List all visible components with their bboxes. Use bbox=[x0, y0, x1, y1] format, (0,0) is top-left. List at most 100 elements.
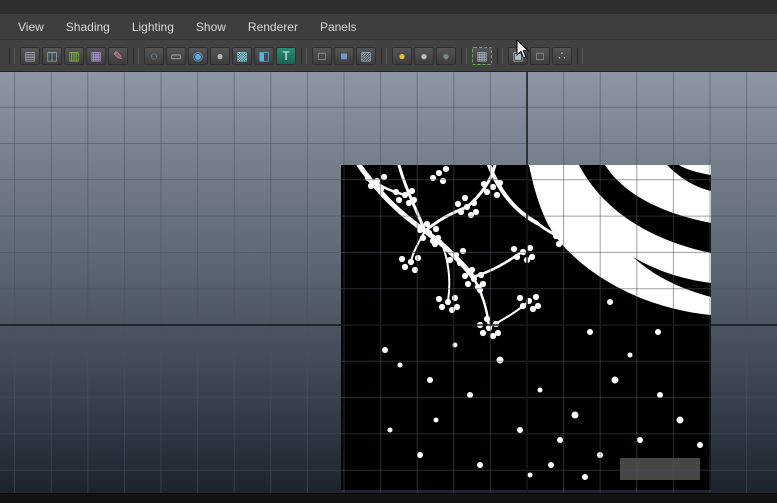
blossom-dot bbox=[529, 254, 535, 260]
share-icon[interactable]: ∴ bbox=[552, 47, 572, 65]
falling-petal-dot bbox=[607, 299, 613, 305]
camera-bookmark-icon[interactable]: ◫ bbox=[42, 47, 62, 65]
cube-shaded-icon[interactable]: ■ bbox=[334, 47, 354, 65]
cube-wire-icon[interactable]: □ bbox=[312, 47, 332, 65]
blossom-dot bbox=[455, 201, 461, 207]
cube-checker-icon[interactable]: ▨ bbox=[356, 47, 376, 65]
blossom-dot bbox=[381, 174, 387, 180]
blossom-dot bbox=[443, 166, 449, 172]
falling-petal-dot bbox=[655, 329, 661, 335]
isolate-select-icon-glyph: ▦ bbox=[476, 50, 487, 62]
falling-petal-dot bbox=[382, 347, 388, 353]
isolate-select-icon[interactable]: ▦ bbox=[472, 47, 492, 65]
camera-select-icon-glyph: ▤ bbox=[24, 50, 35, 62]
shaded-sphere-icon[interactable]: ◉ bbox=[188, 47, 208, 65]
light-shaded-icon[interactable]: ● bbox=[436, 47, 456, 65]
flat-sphere-icon[interactable]: ● bbox=[210, 47, 230, 65]
blossom-dot bbox=[481, 181, 487, 187]
falling-petal-dot bbox=[677, 417, 684, 424]
blossom-dot bbox=[471, 200, 477, 206]
camera-select-icon[interactable]: ▤ bbox=[20, 47, 40, 65]
falling-petal-dot bbox=[587, 329, 593, 335]
menu-item-lighting[interactable]: Lighting bbox=[121, 20, 185, 34]
menu-item-view[interactable]: View bbox=[7, 20, 55, 34]
blossom-dot bbox=[469, 267, 475, 273]
split-view-icon[interactable]: ◧ bbox=[254, 47, 274, 65]
falling-petal-dot bbox=[572, 412, 579, 419]
toolbar-separator bbox=[577, 48, 583, 64]
falling-petal-dot bbox=[528, 473, 533, 478]
menu-item-shading[interactable]: Shading bbox=[55, 20, 121, 34]
cube-small-icon[interactable]: ▣ bbox=[508, 47, 528, 65]
texture-t-icon[interactable]: T bbox=[276, 47, 296, 65]
blossom-dot bbox=[435, 235, 441, 241]
maya-viewport-panel: ViewShadingLightingShowRendererPanels ▤ ◫… bbox=[0, 0, 777, 503]
light-default-icon[interactable]: ● bbox=[392, 47, 412, 65]
blossom-dot bbox=[426, 230, 432, 236]
blossom-dot bbox=[569, 232, 575, 238]
menu-item-show[interactable]: Show bbox=[185, 20, 237, 34]
image-plane[interactable] bbox=[341, 165, 711, 490]
blossom-dot bbox=[420, 235, 426, 241]
texture-t-icon-glyph: T bbox=[282, 50, 289, 62]
blossom-dot bbox=[415, 255, 421, 261]
falling-petal-dot bbox=[517, 427, 523, 433]
viewport-canvas[interactable] bbox=[0, 72, 777, 493]
blossom-dot bbox=[520, 303, 526, 309]
blossom-dot bbox=[417, 227, 423, 233]
toolbar-separator bbox=[497, 48, 503, 64]
blossom-dot bbox=[480, 330, 486, 336]
grease-pencil-icon-glyph: ✎ bbox=[113, 50, 123, 62]
falling-petal-dot bbox=[637, 437, 643, 443]
falling-petal-dot bbox=[434, 418, 439, 423]
wireframe-sphere-icon[interactable]: ◌ bbox=[144, 47, 164, 65]
falling-petal-dot bbox=[697, 442, 703, 448]
blossom-dot bbox=[566, 244, 572, 250]
blossom-dot bbox=[396, 197, 402, 203]
shaded-sphere-icon-glyph: ◉ bbox=[193, 50, 203, 62]
blossom-dot bbox=[393, 189, 399, 195]
cube-checker-icon-glyph: ▨ bbox=[360, 50, 371, 62]
viewport[interactable] bbox=[0, 72, 777, 493]
falling-petal-dot bbox=[582, 474, 588, 480]
blossom-dot bbox=[454, 304, 460, 310]
toolbar-separator bbox=[301, 48, 307, 64]
toolbar-separator bbox=[461, 48, 467, 64]
falling-petal-dot bbox=[548, 462, 554, 468]
falling-petal-dot bbox=[398, 363, 403, 368]
checker-icon[interactable]: ▩ bbox=[232, 47, 252, 65]
falling-petal-dot bbox=[557, 437, 563, 443]
film-gate-icon[interactable]: ▭ bbox=[166, 47, 186, 65]
falling-petal-dot bbox=[388, 428, 393, 433]
grease-pencil-icon[interactable]: ✎ bbox=[108, 47, 128, 65]
blossom-dot bbox=[477, 287, 483, 293]
checker-icon-glyph: ▩ bbox=[236, 50, 247, 62]
cube-wire-icon-glyph: □ bbox=[318, 50, 325, 62]
window-bottom-edge bbox=[0, 493, 777, 503]
flat-sphere-icon-glyph: ● bbox=[216, 50, 223, 62]
cube-outline-icon[interactable]: □ bbox=[530, 47, 550, 65]
image-plane-icon[interactable]: ▦ bbox=[86, 47, 106, 65]
image-plane-icon-glyph: ▦ bbox=[90, 50, 101, 62]
light-default-icon-glyph: ● bbox=[398, 50, 405, 62]
menu-item-renderer[interactable]: Renderer bbox=[237, 20, 309, 34]
blossom-dot bbox=[452, 295, 458, 301]
blossom-dot bbox=[562, 236, 568, 242]
share-icon-glyph: ∴ bbox=[558, 50, 566, 62]
blossom-dot bbox=[433, 226, 439, 232]
blossom-dot bbox=[402, 192, 408, 198]
blossom-dot bbox=[471, 276, 477, 282]
light-flat-icon[interactable]: ● bbox=[414, 47, 434, 65]
blossom-dot bbox=[458, 209, 464, 215]
blossom-dot bbox=[493, 321, 499, 327]
blossom-dot bbox=[408, 259, 414, 265]
blossom-dot bbox=[436, 296, 442, 302]
bookmark-columns-icon[interactable]: ▥ bbox=[64, 47, 84, 65]
light-flat-icon-glyph: ● bbox=[420, 50, 427, 62]
watermark-box bbox=[620, 458, 700, 480]
blossom-dot bbox=[424, 221, 430, 227]
menu-item-panels[interactable]: Panels bbox=[309, 20, 368, 34]
blossom-dot bbox=[411, 197, 417, 203]
light-shaded-icon-glyph: ● bbox=[442, 50, 449, 62]
toolbar-separator bbox=[381, 48, 387, 64]
